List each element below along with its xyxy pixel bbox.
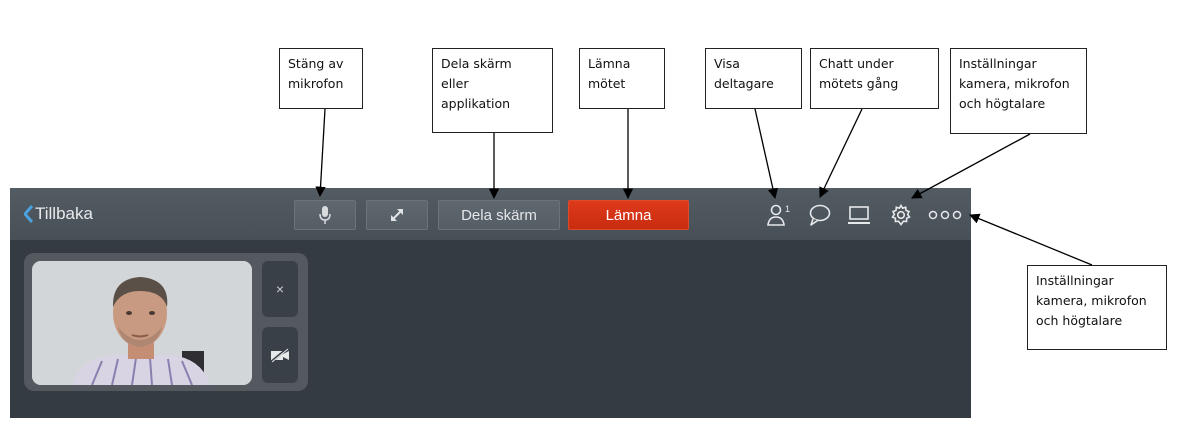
arrow-settings: [911, 133, 1031, 199]
arrow-more: [969, 213, 1093, 266]
arrow-chat: [819, 108, 863, 198]
arrow-participants: [754, 108, 779, 200]
callout-arrows: [315, 108, 1093, 266]
arrow-mute: [315, 108, 326, 198]
